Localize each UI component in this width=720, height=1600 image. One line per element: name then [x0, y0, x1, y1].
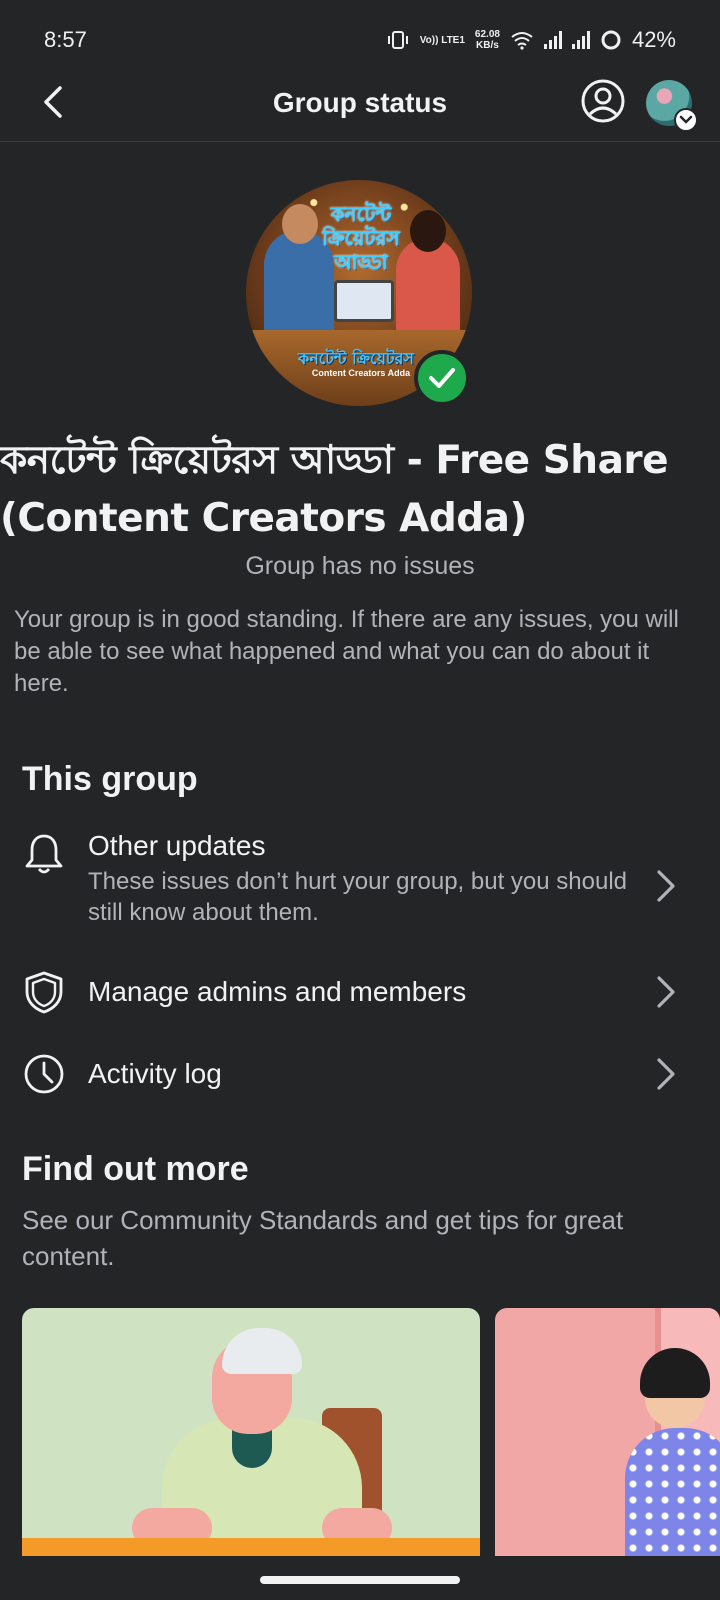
signal-1-icon	[543, 31, 562, 49]
chevron-right-icon	[657, 1058, 675, 1090]
community-standards-card[interactable]	[22, 1308, 480, 1556]
user-circle-icon[interactable]	[580, 78, 626, 124]
cover-title: কনটেন্ট ক্রিয়েটরস আড্ডা	[322, 202, 400, 274]
find-out-more-description: See our Community Standards and get tips…	[22, 1205, 624, 1271]
network-speed-value: 62.08	[474, 29, 500, 40]
row-other-updates[interactable]: Other updates These issues don’t hurt yo…	[0, 830, 720, 930]
row-other-updates-sub: These issues don’t hurt your group, but …	[88, 868, 627, 926]
row-manage-admins-text: Manage admins and members	[88, 976, 466, 1008]
section-title-this-group: This group	[22, 760, 198, 798]
row-activity-log-label: Activity log	[88, 1058, 222, 1089]
row-other-updates-text: Other updates These issues don’t hurt yo…	[88, 830, 628, 928]
status-time: 8:57	[44, 27, 87, 52]
verified-check-badge	[414, 350, 470, 406]
shield-icon	[25, 971, 63, 1014]
group-name: কনটেন্ট ক্রিয়েটরস আড্ডা - Free Share (C…	[0, 438, 669, 541]
illustration-person-hair	[222, 1328, 302, 1374]
illustration-table	[22, 1538, 480, 1556]
signal-2-icon	[571, 31, 590, 49]
volte-label: Vo)) LTE1	[419, 34, 465, 46]
status-icons: Vo)) LTE1 62.08 KB/s 42%	[386, 27, 676, 53]
check-icon	[429, 368, 455, 388]
cover-laptop	[334, 280, 394, 322]
group-status-summary: Group has no issues	[245, 552, 475, 580]
illustration-person-body	[625, 1428, 720, 1556]
row-manage-admins-label: Manage admins and members	[88, 976, 467, 1007]
page-title: Group status	[272, 86, 448, 118]
row-other-updates-label: Other updates	[88, 830, 266, 861]
chevron-down-icon	[679, 115, 693, 124]
app-header: Group status	[0, 64, 720, 142]
back-icon[interactable]	[34, 82, 74, 122]
row-activity-log[interactable]: Activity log	[0, 1052, 720, 1102]
home-indicator[interactable]	[260, 1576, 460, 1584]
content-tips-card[interactable]	[495, 1308, 720, 1556]
clock-icon	[24, 1054, 64, 1094]
chevron-right-icon	[657, 870, 675, 902]
chevron-right-icon	[657, 976, 675, 1008]
network-speed: 62.08 KB/s	[475, 29, 500, 51]
battery-ring-icon	[601, 30, 621, 50]
group-status-description: Your group is in good standing. If there…	[14, 606, 679, 697]
bell-icon	[25, 834, 63, 874]
wifi-icon	[511, 32, 533, 50]
network-speed-unit: KB/s	[476, 40, 499, 51]
account-avatar-button[interactable]	[646, 80, 698, 132]
avatar-dropdown-badge	[674, 108, 698, 132]
row-activity-log-text: Activity log	[88, 1058, 222, 1090]
battery-percent: 42%	[631, 27, 676, 52]
row-manage-admins[interactable]: Manage admins and members	[0, 970, 720, 1020]
section-title-find-out-more: Find out more	[22, 1150, 249, 1188]
vibrate-icon	[387, 31, 408, 49]
